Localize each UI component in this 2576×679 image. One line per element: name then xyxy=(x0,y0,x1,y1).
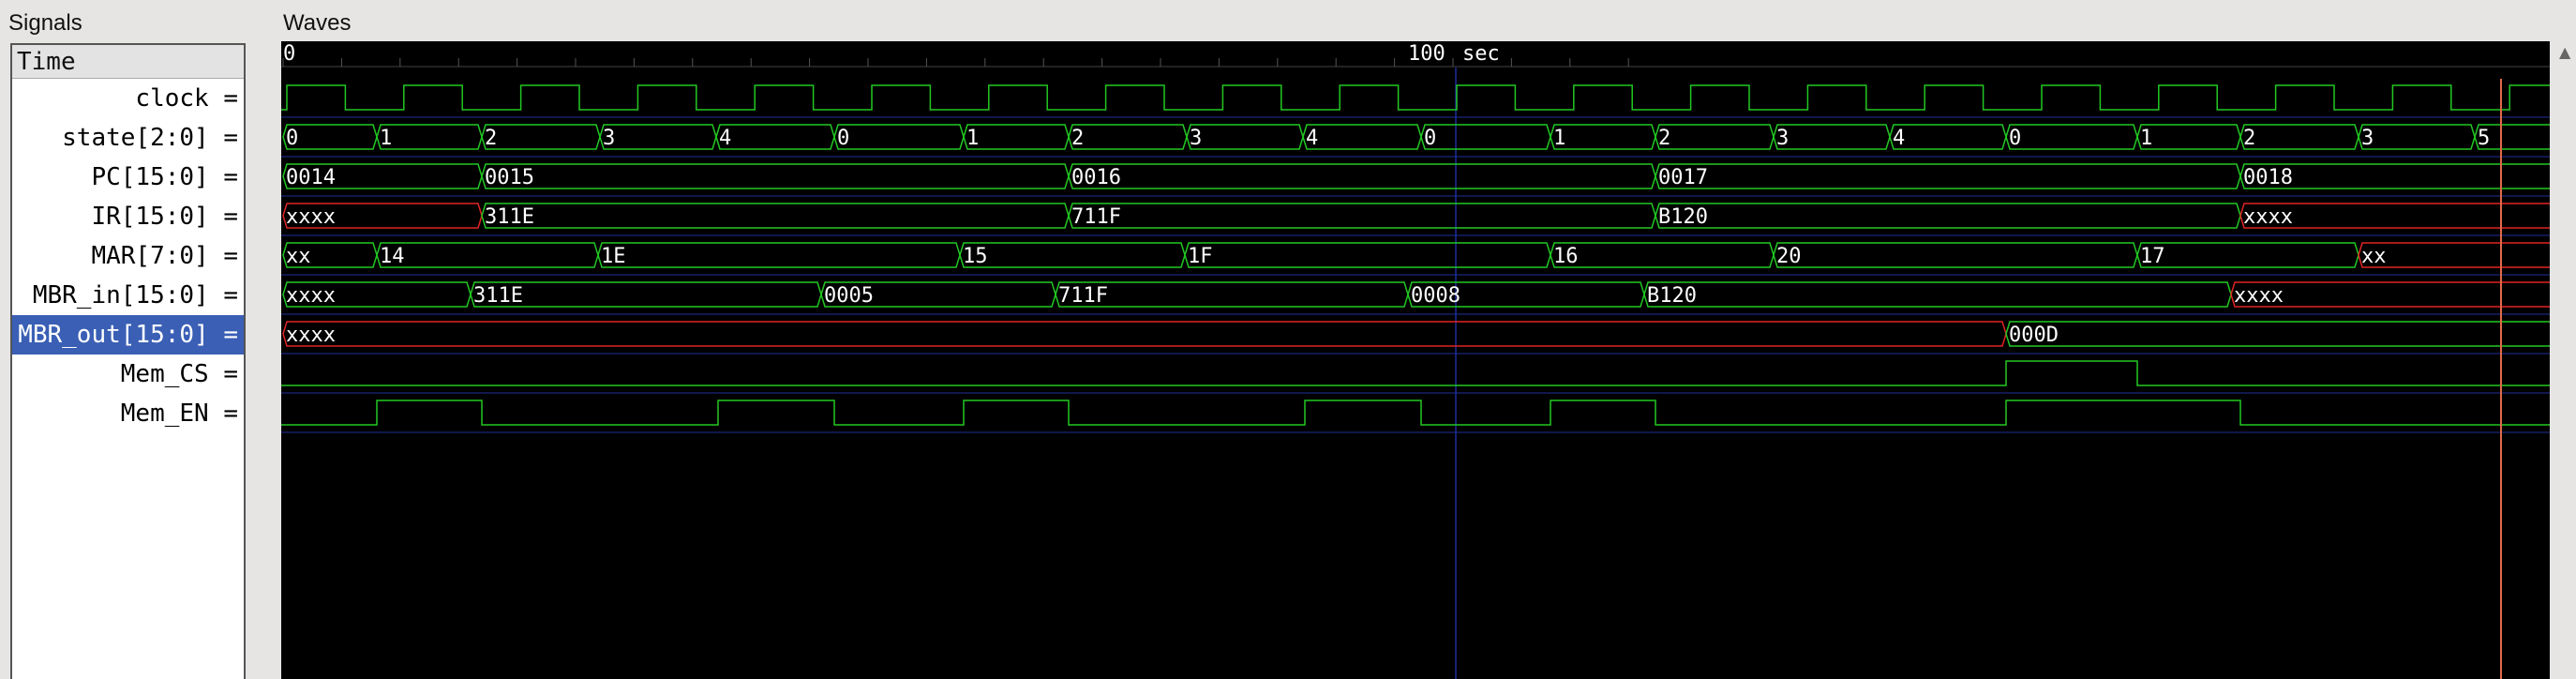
signal-name: IR[15:0] = xyxy=(91,203,238,231)
bus-value-label: 311E xyxy=(473,284,523,308)
signal-name: clock = xyxy=(135,84,238,113)
bus-value-label: 4 xyxy=(719,127,731,150)
signal-row-ir-15-0[interactable]: IR[15:0] = xyxy=(12,197,244,236)
waves-panel-title: Waves xyxy=(283,10,352,36)
signal-name: Mem_EN = xyxy=(120,400,238,428)
bus-value-label: 3 xyxy=(1190,127,1202,150)
bus-value-label: 711F xyxy=(1071,205,1121,229)
signal-row-state-2-0[interactable]: state[2:0] = xyxy=(12,118,244,158)
signal-name: Mem_CS = xyxy=(120,360,238,388)
bus-value-label: xxxx xyxy=(286,284,336,308)
signal-name: state[2:0] = xyxy=(62,124,238,152)
signal-name: MBR_out[15:0] = xyxy=(18,321,238,349)
bus-value-label: 0017 xyxy=(1658,166,1708,189)
signal-name: MAR[7:0] = xyxy=(91,242,238,270)
bus-value-label: 16 xyxy=(1553,245,1579,268)
bus-value-label: 1 xyxy=(966,127,979,150)
scroll-up-arrow-icon[interactable]: ▲ xyxy=(2559,43,2570,61)
bus-value-label: 1 xyxy=(2140,127,2152,150)
bus-value-label: 0 xyxy=(2009,127,2021,150)
waveform-canvas[interactable]: 0 100 sec 0 1 2 3 4 0 1 2 3 4 0 1 2 3 4 0 1 2 3 5 0014 0015 0016 0… xyxy=(281,41,2550,679)
time-label-start: 0 xyxy=(283,42,295,66)
bus-value-label: 2 xyxy=(485,127,497,150)
bus-value-label: xx xyxy=(286,245,311,268)
bus-value-label: xxxx xyxy=(286,324,336,347)
signal-name: MBR_in[15:0] = xyxy=(32,281,238,309)
bus-value-label: 0018 xyxy=(2243,166,2293,189)
time-unit-label: sec xyxy=(1462,42,1500,66)
bus-value-label: 5 xyxy=(2478,127,2490,150)
signals-panel-title: Signals xyxy=(8,10,82,36)
time-label-mid: 100 xyxy=(1408,42,1445,66)
bus-value-label: 0005 xyxy=(824,284,874,308)
bus-value-label: 0 xyxy=(286,127,298,150)
bus-value-label: 711F xyxy=(1058,284,1108,308)
signal-row-mem-en[interactable]: Mem_EN = xyxy=(12,394,244,433)
bus-value-label: xx xyxy=(2361,245,2387,268)
bus-value-label: 3 xyxy=(603,127,615,150)
bus-value-label: 311E xyxy=(485,205,534,229)
signal-name: PC[15:0] = xyxy=(91,163,238,191)
signals-list[interactable]: Time clock = state[2:0] = PC[15:0] = IR[15:… xyxy=(10,43,246,679)
bus-value-label: 2 xyxy=(1658,127,1670,150)
bus-value-label: 4 xyxy=(1893,127,1905,150)
vertical-scrollbar[interactable]: ▲ xyxy=(2555,41,2576,679)
bus-value-label: 15 xyxy=(963,245,988,268)
signal-row-mar-7-0[interactable]: MAR[7:0] = xyxy=(12,236,244,276)
time-header[interactable]: Time xyxy=(12,45,244,79)
bus-value-label: 17 xyxy=(2140,245,2165,268)
bus-value-label: 0 xyxy=(1424,127,1436,150)
bus-value-label: 1F xyxy=(1188,245,1213,268)
signal-row-pc-15-0[interactable]: PC[15:0] = xyxy=(12,158,244,197)
bus-value-label: 0015 xyxy=(485,166,534,189)
bus-value-label: 0008 xyxy=(1411,284,1460,308)
signal-row-mbr-in-15-0[interactable]: MBR_in[15:0] = xyxy=(12,276,244,315)
bus-value-label: 000D xyxy=(2009,324,2059,347)
signal-row-mem-cs[interactable]: Mem_CS = xyxy=(12,355,244,394)
waves-view[interactable]: 0 100 sec 0 1 2 3 4 0 1 2 3 4 0 1 2 3 4 0 1 2 3 5 0014 0015 0016 0… xyxy=(281,41,2550,679)
bus-value-label: xxxx xyxy=(2243,205,2293,229)
bus-value-label: 3 xyxy=(1776,127,1789,150)
bus-value-label: 2 xyxy=(1071,127,1084,150)
bus-value-label: 1 xyxy=(1553,127,1565,150)
waves-background xyxy=(281,41,2550,679)
bus-value-label: 0016 xyxy=(1071,166,1121,189)
bus-value-label: xxxx xyxy=(2234,284,2284,308)
bus-value-label: 4 xyxy=(1306,127,1318,150)
bus-value-label: 2 xyxy=(2243,127,2255,150)
signal-row-clock[interactable]: clock = xyxy=(12,79,244,118)
bus-value-label: 0 xyxy=(837,127,849,150)
bus-value-label: B120 xyxy=(1647,284,1697,308)
bus-value-label: 3 xyxy=(2361,127,2374,150)
bus-value-label: B120 xyxy=(1658,205,1708,229)
bus-value-label: 0014 xyxy=(286,166,336,189)
bus-value-label: 20 xyxy=(1776,245,1802,268)
bus-value-label: 1E xyxy=(601,245,626,268)
signal-row-mbr-out-15-0[interactable]: MBR_out[15:0] = xyxy=(12,315,244,355)
bus-value-label: 14 xyxy=(380,245,405,268)
bus-value-label: 1 xyxy=(380,127,392,150)
bus-value-label: xxxx xyxy=(286,205,336,229)
